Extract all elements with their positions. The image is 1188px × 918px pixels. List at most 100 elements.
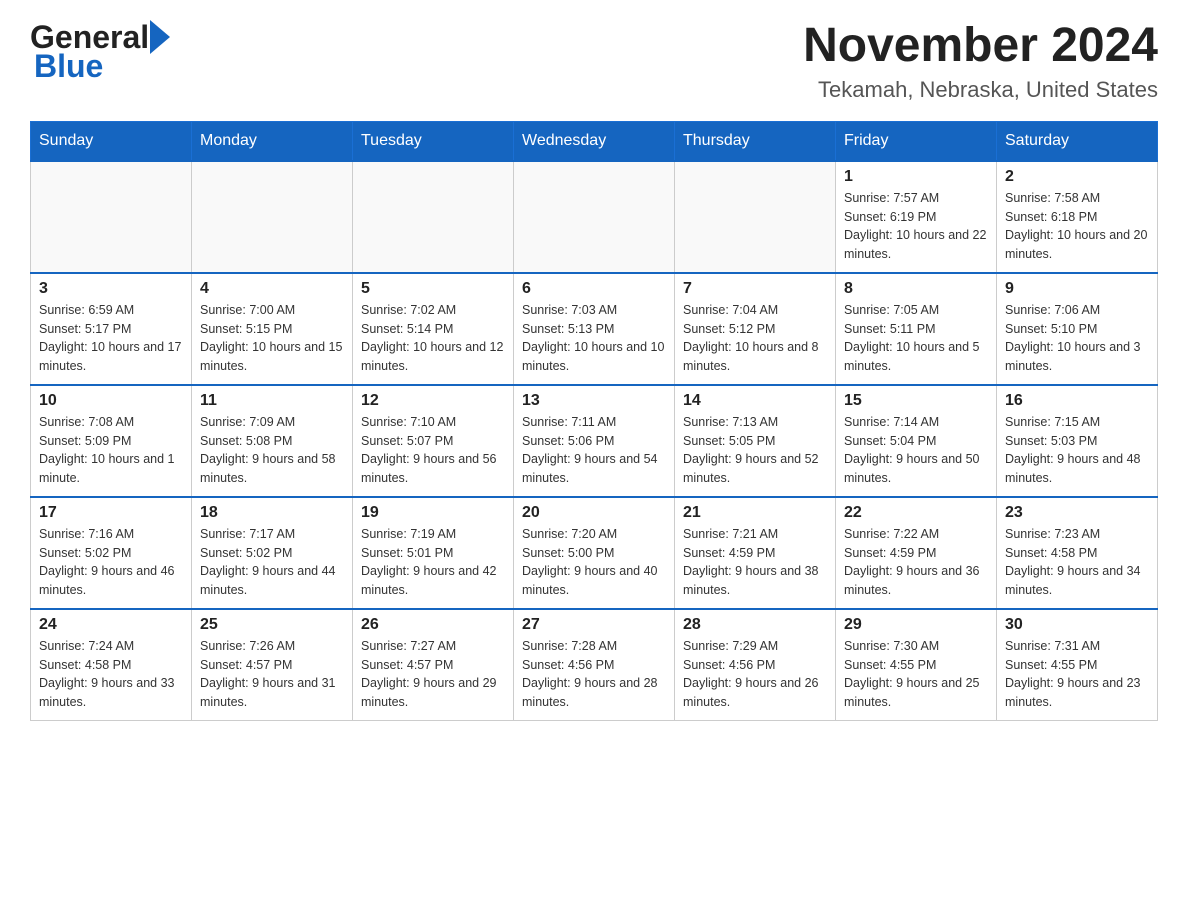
day-info: Sunrise: 7:06 AMSunset: 5:10 PMDaylight:… [1005, 301, 1149, 376]
calendar-cell: 6 Sunrise: 7:03 AMSunset: 5:13 PMDaylight… [514, 273, 675, 385]
title-area: November 2024 Tekamah, Nebraska, United … [803, 20, 1158, 103]
day-info: Sunrise: 7:11 AMSunset: 5:06 PMDaylight:… [522, 413, 666, 488]
day-info: Sunrise: 7:24 AMSunset: 4:58 PMDaylight:… [39, 637, 183, 712]
weekday-header-saturday: Saturday [997, 121, 1158, 161]
calendar-cell: 17 Sunrise: 7:16 AMSunset: 5:02 PMDayligh… [31, 497, 192, 609]
day-info: Sunrise: 7:23 AMSunset: 4:58 PMDaylight:… [1005, 525, 1149, 600]
weekday-header-friday: Friday [836, 121, 997, 161]
day-number: 24 [39, 616, 183, 634]
day-info: Sunrise: 7:17 AMSunset: 5:02 PMDaylight:… [200, 525, 344, 600]
calendar-cell: 10 Sunrise: 7:08 AMSunset: 5:09 PMDayligh… [31, 385, 192, 497]
day-number: 26 [361, 616, 505, 634]
day-info: Sunrise: 7:13 AMSunset: 5:05 PMDaylight:… [683, 413, 827, 488]
day-info: Sunrise: 7:28 AMSunset: 4:56 PMDaylight:… [522, 637, 666, 712]
calendar-week-row: 24 Sunrise: 7:24 AMSunset: 4:58 PMDayligh… [31, 609, 1158, 721]
day-info: Sunrise: 7:15 AMSunset: 5:03 PMDaylight:… [1005, 413, 1149, 488]
day-number: 14 [683, 392, 827, 410]
day-number: 7 [683, 280, 827, 298]
day-number: 9 [1005, 280, 1149, 298]
calendar-cell: 21 Sunrise: 7:21 AMSunset: 4:59 PMDayligh… [675, 497, 836, 609]
day-number: 21 [683, 504, 827, 522]
calendar-cell: 9 Sunrise: 7:06 AMSunset: 5:10 PMDaylight… [997, 273, 1158, 385]
day-number: 27 [522, 616, 666, 634]
calendar-cell: 12 Sunrise: 7:10 AMSunset: 5:07 PMDayligh… [353, 385, 514, 497]
day-number: 6 [522, 280, 666, 298]
subtitle: Tekamah, Nebraska, United States [803, 77, 1158, 103]
calendar-cell: 1 Sunrise: 7:57 AMSunset: 6:19 PMDaylight… [836, 161, 997, 273]
day-number: 23 [1005, 504, 1149, 522]
day-number: 4 [200, 280, 344, 298]
header: General Blue November 2024 Tekamah, Nebr… [30, 20, 1158, 103]
day-info: Sunrise: 7:19 AMSunset: 5:01 PMDaylight:… [361, 525, 505, 600]
calendar-cell: 25 Sunrise: 7:26 AMSunset: 4:57 PMDayligh… [192, 609, 353, 721]
weekday-header-sunday: Sunday [31, 121, 192, 161]
day-info: Sunrise: 7:03 AMSunset: 5:13 PMDaylight:… [522, 301, 666, 376]
main-title: November 2024 [803, 20, 1158, 73]
day-info: Sunrise: 7:04 AMSunset: 5:12 PMDaylight:… [683, 301, 827, 376]
day-number: 29 [844, 616, 988, 634]
calendar-week-row: 17 Sunrise: 7:16 AMSunset: 5:02 PMDayligh… [31, 497, 1158, 609]
calendar-cell: 23 Sunrise: 7:23 AMSunset: 4:58 PMDayligh… [997, 497, 1158, 609]
calendar-cell: 8 Sunrise: 7:05 AMSunset: 5:11 PMDaylight… [836, 273, 997, 385]
day-info: Sunrise: 7:14 AMSunset: 5:04 PMDaylight:… [844, 413, 988, 488]
day-number: 8 [844, 280, 988, 298]
logo-flag-icon [150, 20, 170, 54]
day-number: 22 [844, 504, 988, 522]
calendar-cell: 15Sunrise: 7:14 AMSunset: 5:04 PMDayligh… [836, 385, 997, 497]
calendar-cell: 7 Sunrise: 7:04 AMSunset: 5:12 PMDaylight… [675, 273, 836, 385]
day-info: Sunrise: 7:57 AMSunset: 6:19 PMDaylight:… [844, 189, 988, 264]
day-info: Sunrise: 7:30 AMSunset: 4:55 PMDaylight:… [844, 637, 988, 712]
calendar-week-row: 10 Sunrise: 7:08 AMSunset: 5:09 PMDayligh… [31, 385, 1158, 497]
day-info: Sunrise: 7:58 AMSunset: 6:18 PMDaylight:… [1005, 189, 1149, 264]
day-info: Sunrise: 7:21 AMSunset: 4:59 PMDaylight:… [683, 525, 827, 600]
calendar-cell: 3 Sunrise: 6:59 AMSunset: 5:17 PMDaylight… [31, 273, 192, 385]
day-info: Sunrise: 7:10 AMSunset: 5:07 PMDaylight:… [361, 413, 505, 488]
calendar-cell: 16Sunrise: 7:15 AMSunset: 5:03 PMDayligh… [997, 385, 1158, 497]
calendar-cell [353, 161, 514, 273]
weekday-header-thursday: Thursday [675, 121, 836, 161]
calendar-cell: 14 Sunrise: 7:13 AMSunset: 5:05 PMDayligh… [675, 385, 836, 497]
day-number: 25 [200, 616, 344, 634]
day-info: Sunrise: 7:05 AMSunset: 5:11 PMDaylight:… [844, 301, 988, 376]
day-number: 3 [39, 280, 183, 298]
day-info: Sunrise: 7:02 AMSunset: 5:14 PMDaylight:… [361, 301, 505, 376]
calendar-cell: 20 Sunrise: 7:20 AMSunset: 5:00 PMDayligh… [514, 497, 675, 609]
day-info: Sunrise: 7:26 AMSunset: 4:57 PMDaylight:… [200, 637, 344, 712]
calendar-cell [31, 161, 192, 273]
calendar-cell: 2Sunrise: 7:58 AMSunset: 6:18 PMDaylight… [997, 161, 1158, 273]
calendar-cell: 29 Sunrise: 7:30 AMSunset: 4:55 PMDayligh… [836, 609, 997, 721]
calendar-cell: 27 Sunrise: 7:28 AMSunset: 4:56 PMDayligh… [514, 609, 675, 721]
calendar-header-row: SundayMondayTuesdayWednesdayThursdayFrid… [31, 121, 1158, 161]
calendar-cell: 13 Sunrise: 7:11 AMSunset: 5:06 PMDayligh… [514, 385, 675, 497]
day-info: Sunrise: 7:20 AMSunset: 5:00 PMDaylight:… [522, 525, 666, 600]
calendar-cell [192, 161, 353, 273]
calendar-cell: 22Sunrise: 7:22 AMSunset: 4:59 PMDayligh… [836, 497, 997, 609]
day-info: Sunrise: 6:59 AMSunset: 5:17 PMDaylight:… [39, 301, 183, 376]
day-info: Sunrise: 7:16 AMSunset: 5:02 PMDaylight:… [39, 525, 183, 600]
weekday-header-monday: Monday [192, 121, 353, 161]
day-number: 12 [361, 392, 505, 410]
weekday-header-tuesday: Tuesday [353, 121, 514, 161]
calendar-cell: 4 Sunrise: 7:00 AMSunset: 5:15 PMDaylight… [192, 273, 353, 385]
calendar-week-row: 3 Sunrise: 6:59 AMSunset: 5:17 PMDaylight… [31, 273, 1158, 385]
day-number: 17 [39, 504, 183, 522]
day-number: 10 [39, 392, 183, 410]
day-info: Sunrise: 7:31 AMSunset: 4:55 PMDaylight:… [1005, 637, 1149, 712]
day-number: 13 [522, 392, 666, 410]
calendar-cell [514, 161, 675, 273]
day-number: 1 [844, 168, 988, 186]
day-number: 20 [522, 504, 666, 522]
calendar-cell: 24 Sunrise: 7:24 AMSunset: 4:58 PMDayligh… [31, 609, 192, 721]
day-info: Sunrise: 7:09 AMSunset: 5:08 PMDaylight:… [200, 413, 344, 488]
calendar-cell: 18Sunrise: 7:17 AMSunset: 5:02 PMDayligh… [192, 497, 353, 609]
day-info: Sunrise: 7:00 AMSunset: 5:15 PMDaylight:… [200, 301, 344, 376]
day-info: Sunrise: 7:29 AMSunset: 4:56 PMDaylight:… [683, 637, 827, 712]
calendar-cell [675, 161, 836, 273]
calendar-table: SundayMondayTuesdayWednesdayThursdayFrid… [30, 121, 1158, 721]
day-number: 28 [683, 616, 827, 634]
day-number: 30 [1005, 616, 1149, 634]
day-number: 19 [361, 504, 505, 522]
day-info: Sunrise: 7:08 AMSunset: 5:09 PMDaylight:… [39, 413, 183, 488]
calendar-cell: 19 Sunrise: 7:19 AMSunset: 5:01 PMDayligh… [353, 497, 514, 609]
logo-blue-text: Blue [34, 50, 103, 82]
